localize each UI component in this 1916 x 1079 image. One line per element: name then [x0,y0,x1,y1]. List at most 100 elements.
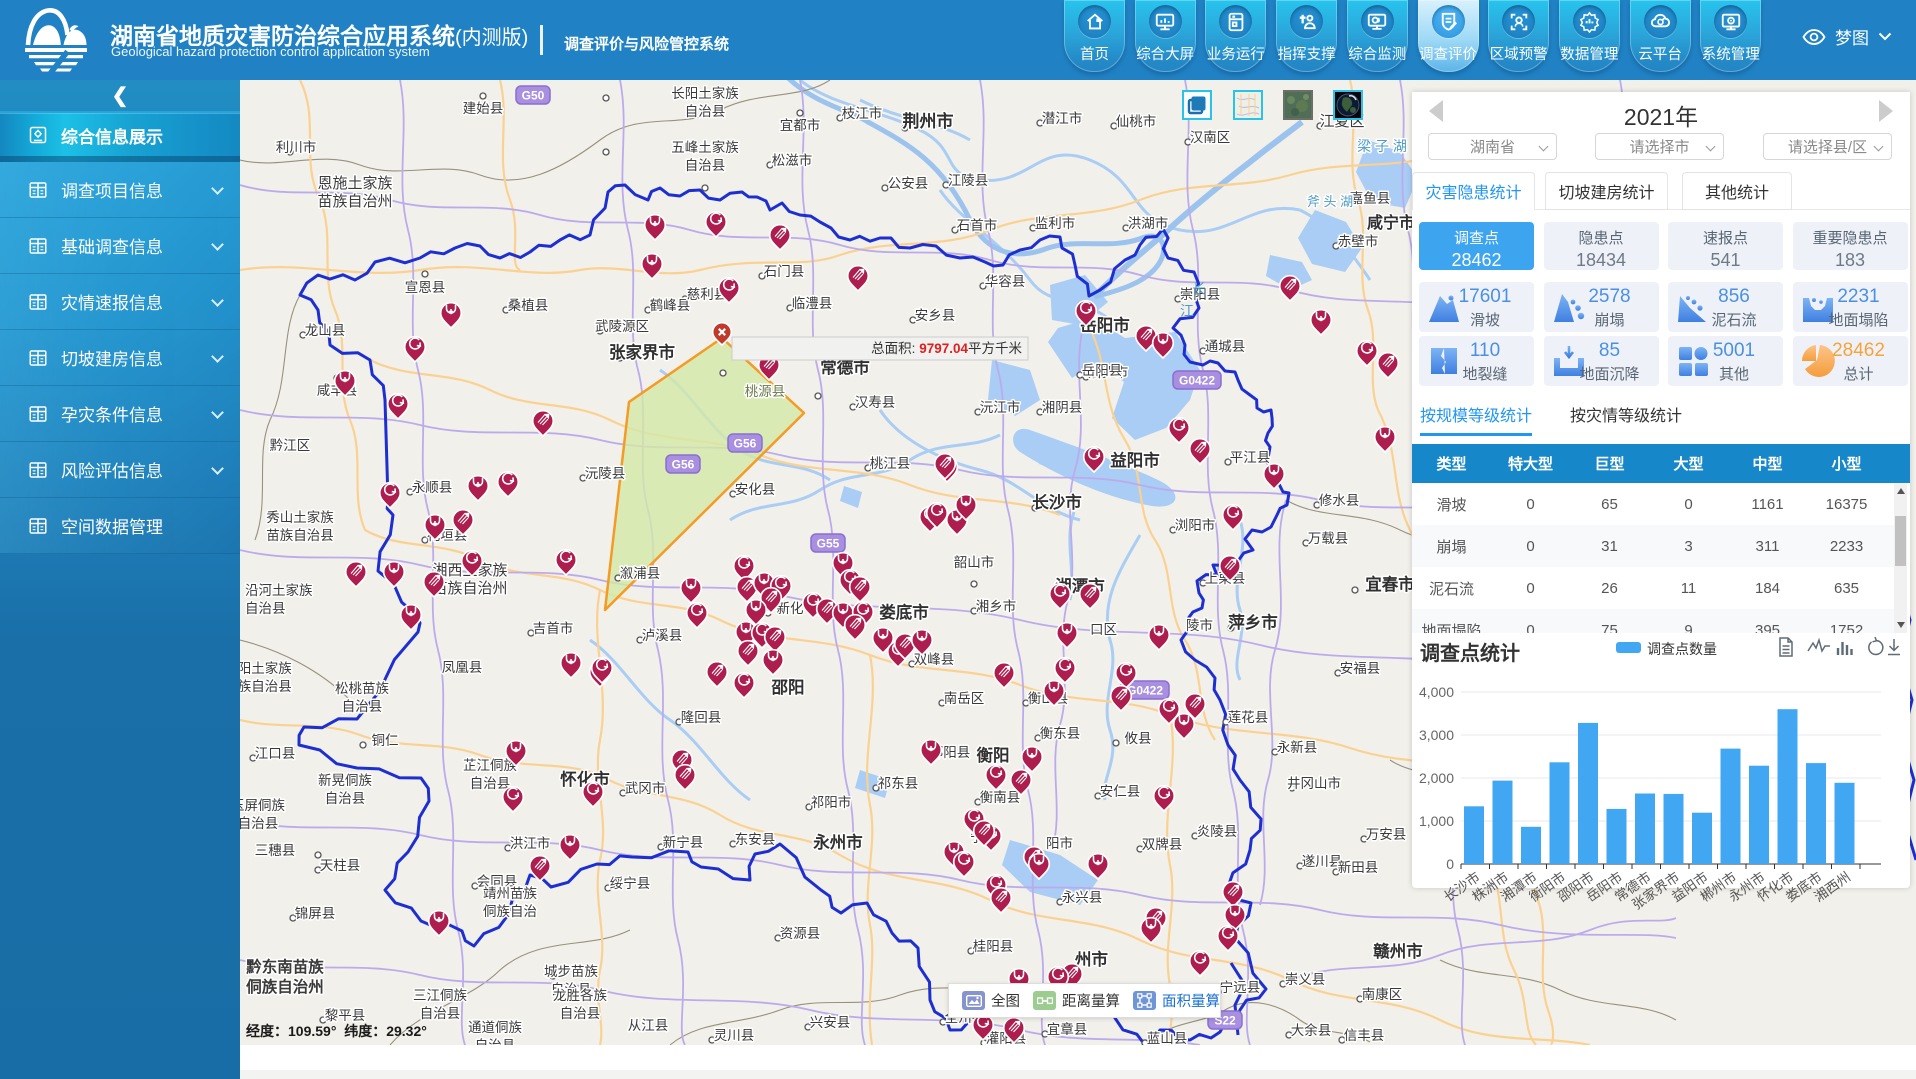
svg-text:洪湖市: 洪湖市 [1128,215,1169,231]
svg-text:资源县: 资源县 [780,926,821,941]
svg-text:苗族自治县: 苗族自治县 [266,528,334,543]
svg-text:阳市: 阳市 [1046,835,1073,851]
svg-text:衡东县: 衡东县 [1040,726,1081,741]
svg-text:总面积: 9797.04平方千米: 总面积: 9797.04平方千米 [871,341,1022,356]
svg-text:东安县: 东安县 [735,832,776,847]
svg-text:嘉鱼县: 嘉鱼县 [1350,190,1391,206]
svg-text:G56: G56 [672,458,695,472]
svg-text:自治县: 自治县 [560,1006,601,1021]
svg-text:玉屏侗族: 玉屏侗族 [240,798,285,813]
svg-text:长沙市: 长沙市 [1032,492,1082,512]
svg-text:安福县: 安福县 [1340,661,1381,676]
svg-text:西阳土家族: 西阳土家族 [240,660,292,676]
svg-text:3,000: 3,000 [1419,727,1454,743]
svg-text:桂阳县: 桂阳县 [973,939,1014,954]
svg-text:新宁县: 新宁县 [663,834,704,850]
svg-text:溆浦县: 溆浦县 [620,566,661,581]
svg-text:自治县: 自治县 [245,601,286,616]
svg-text:平江县: 平江县 [1230,450,1271,465]
svg-text:宜章县: 宜章县 [1047,1021,1088,1037]
svg-text:南康区: 南康区 [1362,986,1403,1002]
svg-text:自治县: 自治县 [342,699,383,714]
svg-text:武陵源区: 武陵源区 [595,319,649,334]
svg-text:信丰县: 信丰县 [1344,1028,1385,1043]
svg-text:天柱县: 天柱县 [320,858,361,873]
svg-text:赤壁市: 赤壁市 [1338,233,1379,249]
svg-text:鹤峰县: 鹤峰县 [650,298,691,313]
svg-text:秀山土家族: 秀山土家族 [266,509,334,525]
svg-text:沅陵县: 沅陵县 [585,466,626,481]
svg-text:G56: G56 [734,437,757,451]
svg-text:G55: G55 [817,537,840,551]
svg-text:桃江县: 桃江县 [870,456,911,471]
svg-text:侗族自治州: 侗族自治州 [245,977,324,996]
svg-text:益阳市: 益阳市 [1110,450,1160,470]
svg-text:铜仁: 铜仁 [372,733,399,748]
svg-text:隆回县: 隆回县 [681,710,722,725]
svg-text:通道侗族: 通道侗族 [468,1020,522,1035]
svg-text:靖州苗族: 靖州苗族 [483,886,537,901]
svg-text:松桃苗族: 松桃苗族 [335,681,389,696]
svg-text:自治县: 自治县 [475,1038,516,1045]
svg-text:凤凰县: 凤凰县 [442,660,483,675]
svg-text:松滋市: 松滋市 [772,152,813,168]
svg-text:公安县: 公安县 [888,176,929,191]
svg-text:安化县: 安化县 [735,482,776,497]
svg-text:韶山市: 韶山市 [954,554,995,570]
svg-text:侗族自治: 侗族自治 [483,904,537,919]
svg-text:娄底市: 娄底市 [879,602,929,622]
svg-text:新田县: 新田县 [1338,860,1379,875]
svg-text:三穗县: 三穗县 [255,843,296,858]
svg-text:宜春市: 宜春市 [1365,574,1415,594]
svg-text:张家界市: 张家界市 [609,342,675,362]
svg-text:灵川县: 灵川县 [714,1028,755,1043]
svg-text:长阳土家族: 长阳土家族 [671,85,739,101]
svg-text:江陵县: 江陵县 [948,173,989,188]
svg-text:衡南县: 衡南县 [980,790,1021,805]
svg-text:仙桃市: 仙桃市 [1116,113,1157,129]
svg-text:口区: 口区 [1090,622,1117,637]
svg-text:石首市: 石首市 [957,217,998,233]
svg-text:吉首市: 吉首市 [533,620,574,636]
svg-text:莲花县: 莲花县 [1228,710,1269,725]
svg-text:建始县: 建始县 [463,101,504,116]
svg-text:南岳区: 南岳区 [944,691,985,706]
svg-text:绥宁县: 绥宁县 [610,875,651,891]
svg-text:黔东南苗族: 黔东南苗族 [246,957,324,976]
svg-text:衡阳: 衡阳 [977,745,1010,765]
svg-text:祁阳市: 祁阳市 [811,794,852,810]
svg-text:祁东县: 祁东县 [878,776,919,791]
svg-text:4,000: 4,000 [1419,684,1454,700]
svg-text:永兴县: 永兴县 [1062,890,1103,905]
svg-text:监利市: 监利市 [1035,215,1076,231]
svg-text:黔江区: 黔江区 [270,438,311,453]
svg-text:宁远县: 宁远县 [1220,979,1261,995]
svg-text:万载县: 万载县 [1308,531,1349,546]
svg-text:利川市: 利川市 [276,139,317,155]
svg-text:G50: G50 [522,89,545,103]
svg-text:通城县: 通城县 [1205,339,1246,354]
svg-text:攸县: 攸县 [1125,731,1152,746]
svg-text:锦屏县: 锦屏县 [295,906,336,921]
svg-text:安仁县: 安仁县 [1100,784,1141,799]
svg-text:安乡县: 安乡县 [915,308,956,323]
svg-text:井冈山市: 井冈山市 [1287,775,1341,791]
svg-text:汉南区: 汉南区 [1190,130,1231,145]
svg-text:永新县: 永新县 [1277,740,1318,755]
svg-text:梁 子 湖: 梁 子 湖 [1357,138,1407,154]
svg-text:长: 长 [1192,281,1206,297]
svg-text:蓝山县: 蓝山县 [1147,1031,1188,1045]
svg-text:永顺县: 永顺县 [412,480,453,495]
svg-text:遂川县: 遂川县 [1302,854,1343,869]
svg-text:荆州市: 荆州市 [903,111,954,131]
svg-text:华容县: 华容县 [985,273,1026,289]
svg-text:宜都市: 宜都市 [780,117,821,133]
svg-text:炎陵县: 炎陵县 [1197,824,1238,839]
svg-text:1,000: 1,000 [1419,813,1454,829]
svg-text:龙胜各族: 龙胜各族 [553,988,607,1003]
svg-text:自治县: 自治县 [420,1006,461,1021]
svg-text:宣恩县: 宣恩县 [405,280,446,295]
svg-text:双牌县: 双牌县 [1142,836,1183,852]
svg-text:万安县: 万安县 [1366,827,1407,842]
svg-text:自治县: 自治县 [685,158,726,173]
